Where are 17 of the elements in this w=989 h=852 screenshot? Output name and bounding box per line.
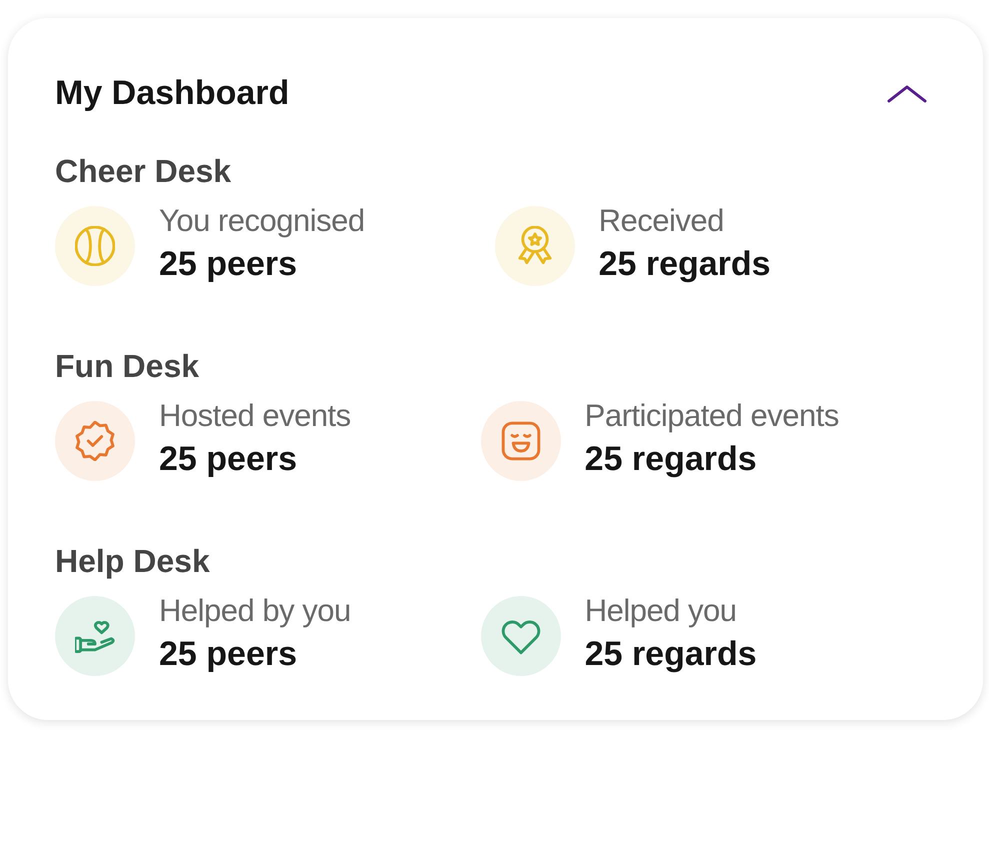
stat-label: You recognised: [159, 202, 365, 238]
stat-value: 25 peers: [159, 244, 298, 284]
stat-value: 25 peers: [159, 634, 298, 674]
stat-value: 25 regards: [584, 634, 757, 674]
collapse-button[interactable]: [887, 84, 927, 104]
stat-label: Participated events: [584, 398, 839, 434]
stat-value: 25 regards: [598, 244, 771, 284]
section-heading: Help Desk: [55, 543, 211, 580]
stat-label: Helped you: [584, 592, 738, 628]
stat-value: 25 peers: [159, 440, 298, 478]
section-heading: Cheer Desk: [55, 153, 232, 190]
stat-label: Hosted events: [159, 398, 351, 434]
stat-label: Helped by you: [159, 592, 351, 628]
stat-value: 25 regards: [584, 440, 758, 478]
section-heading: Fun Desk: [55, 348, 200, 385]
dashboard-title: My Dashboard: [55, 74, 290, 113]
stat-label: Received: [598, 202, 725, 238]
